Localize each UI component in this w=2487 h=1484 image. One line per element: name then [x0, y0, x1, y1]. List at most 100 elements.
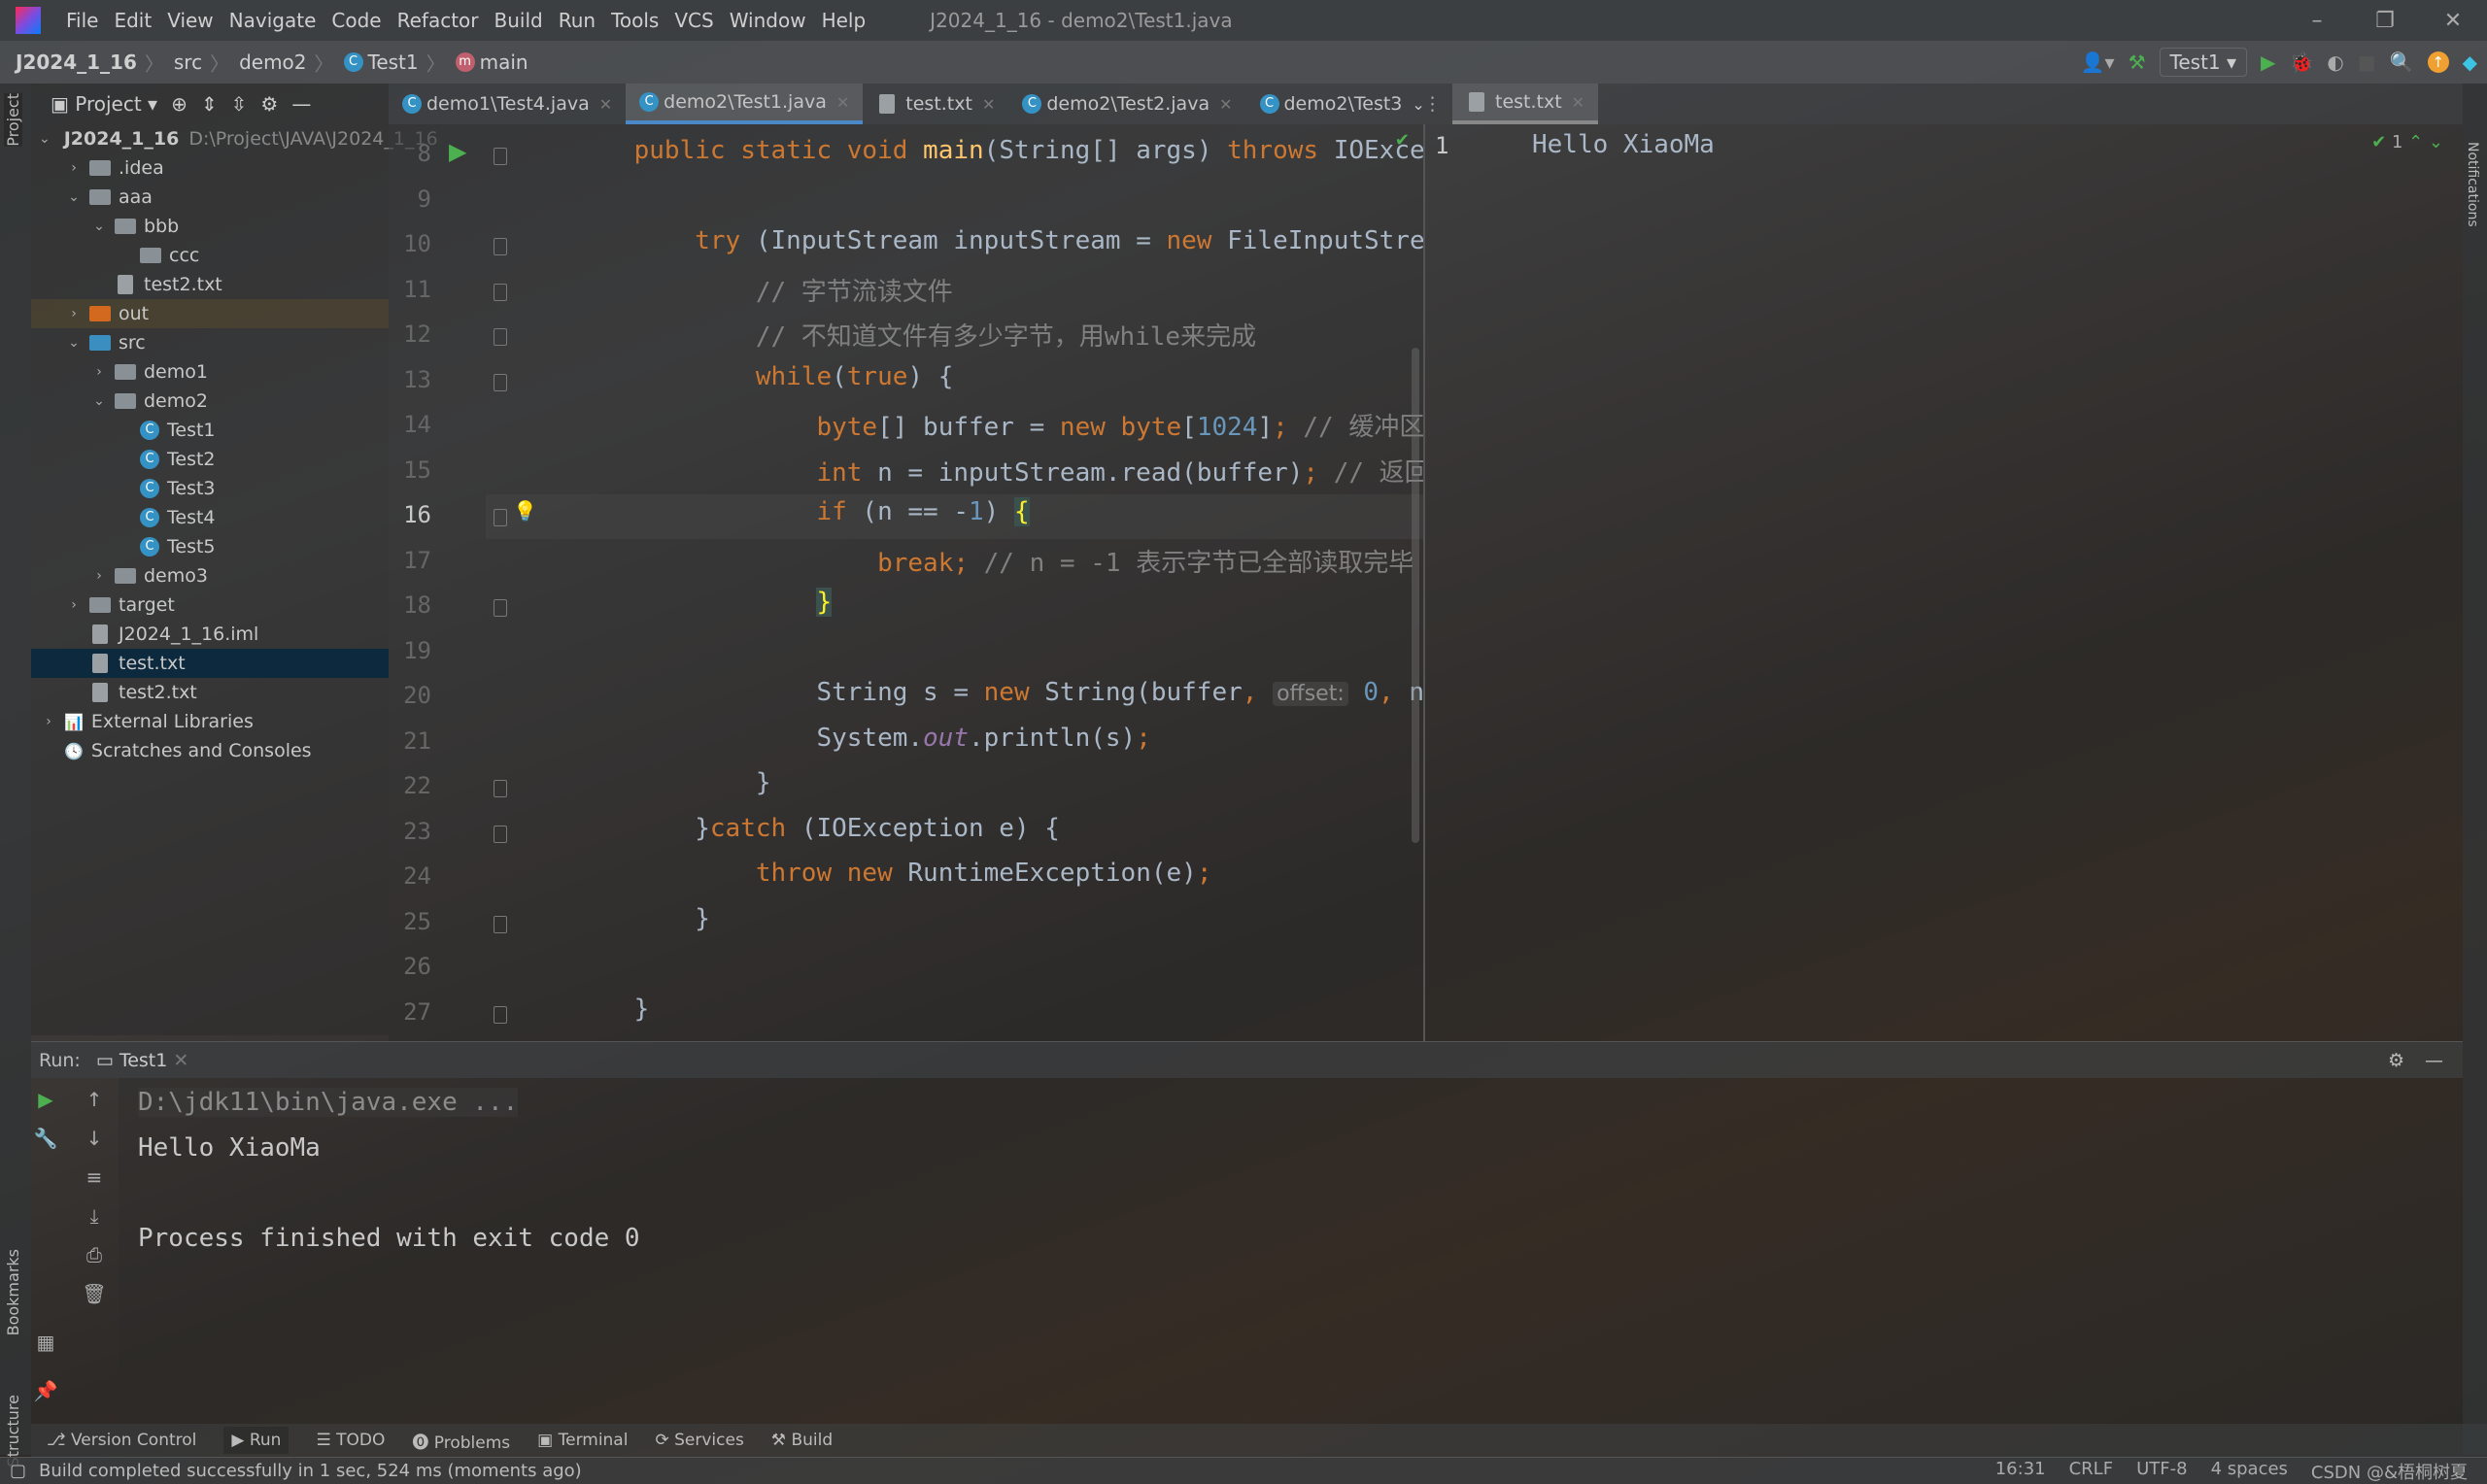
tree-item[interactable]: test2.txt: [31, 678, 389, 707]
caret-position[interactable]: 16:31: [1995, 1459, 2046, 1484]
close-tab-icon[interactable]: ✕: [982, 95, 995, 114]
text-editor[interactable]: 1 Hello XiaoMa ✔ 1 ⌃ ⌄: [1423, 124, 2463, 1041]
breadcrumb-class[interactable]: Test1: [368, 51, 419, 74]
down-icon[interactable]: ↓: [80, 1127, 109, 1150]
menu-file[interactable]: File: [66, 9, 98, 32]
tab-right-test-txt[interactable]: test.txt ✕: [1452, 84, 1599, 124]
menu-run[interactable]: Run: [559, 9, 596, 32]
project-view-select[interactable]: ▣ Project ▾: [51, 92, 157, 116]
menu-refactor[interactable]: Refactor: [397, 9, 479, 32]
menu-window[interactable]: Window: [730, 9, 806, 32]
chevron-icon[interactable]: ›: [89, 568, 109, 584]
build-hammer-icon[interactable]: ⚒: [2129, 51, 2146, 74]
breadcrumb-src[interactable]: src: [174, 51, 202, 74]
chevron-icon[interactable]: ›: [89, 364, 109, 380]
menu-build[interactable]: Build: [494, 9, 543, 32]
tree-item[interactable]: C Test1: [31, 416, 389, 445]
menu-navigate[interactable]: Navigate: [229, 9, 317, 32]
breadcrumb-demo2[interactable]: demo2: [239, 51, 306, 74]
run-icon[interactable]: ▶: [2261, 51, 2275, 74]
collapse-all-icon[interactable]: ⇳: [231, 92, 248, 116]
tree-item[interactable]: C Test2: [31, 445, 389, 474]
fold-icon[interactable]: [494, 915, 507, 933]
tree-item[interactable]: C Test4: [31, 503, 389, 532]
indent[interactable]: 4 spaces: [2211, 1459, 2288, 1484]
tool-window-build[interactable]: ⚒ Build: [771, 1431, 833, 1450]
menu-code[interactable]: Code: [331, 9, 381, 32]
chevron-icon[interactable]: ›: [64, 306, 84, 321]
tool-window-terminal[interactable]: ▣ Terminal: [537, 1431, 628, 1450]
status-toggle-icon[interactable]: ▢: [10, 1461, 26, 1481]
run-hide-icon[interactable]: —: [2425, 1050, 2443, 1071]
close-tab-icon[interactable]: ✕: [1219, 95, 1232, 114]
fold-icon[interactable]: [494, 148, 507, 165]
project-tool-button[interactable]: Project: [4, 93, 22, 147]
tree-item[interactable]: › target: [31, 590, 389, 620]
user-icon[interactable]: 👤▾: [2081, 51, 2115, 74]
menu-edit[interactable]: Edit: [114, 9, 152, 32]
chevron-icon[interactable]: ›: [64, 597, 84, 613]
fold-icon[interactable]: [494, 328, 507, 346]
fold-icon[interactable]: [494, 373, 507, 391]
inspection-ok-icon[interactable]: ✔ 1 ⌃ ⌄: [2371, 132, 2443, 152]
tool-window-problems[interactable]: ⓿ Problems: [412, 1429, 510, 1453]
tool-window-version-control[interactable]: ⎇ Version Control: [47, 1431, 196, 1450]
menu-tools[interactable]: Tools: [611, 9, 659, 32]
lightbulb-icon[interactable]: 💡: [513, 499, 537, 523]
update-icon[interactable]: ↑: [2427, 51, 2449, 73]
tree-item[interactable]: J2024_1_16.iml: [31, 620, 389, 649]
run-config-select[interactable]: Test1 ▾: [2159, 48, 2248, 77]
tab-0[interactable]: Cdemo1\Test4.java ✕: [389, 84, 626, 124]
minimize-button[interactable]: –: [2283, 0, 2351, 41]
close-tab-icon[interactable]: ✕: [836, 93, 849, 112]
bookmarks-tool-button[interactable]: Bookmarks: [4, 1249, 22, 1335]
chevron-icon[interactable]: ›: [64, 160, 84, 176]
breadcrumb-project[interactable]: J2024_1_16: [16, 51, 137, 74]
gear-icon[interactable]: ⚙: [260, 92, 278, 116]
print-icon[interactable]: ⎙: [80, 1243, 109, 1266]
tree-item[interactable]: ⌄ J2024_1_16 D:\Project\JAVA\J2024_1_16: [31, 124, 438, 153]
jetbrains-toolbox-icon[interactable]: ◆: [2463, 51, 2477, 74]
close-tab-icon[interactable]: ✕: [599, 95, 612, 114]
layout-icon[interactable]: ▦: [31, 1331, 60, 1354]
fold-icon[interactable]: [494, 780, 507, 797]
tree-item[interactable]: C Test5: [31, 532, 389, 561]
menu-view[interactable]: View: [167, 9, 213, 32]
rerun-icon[interactable]: ▶: [31, 1088, 60, 1111]
tree-item[interactable]: ⌄ demo2: [31, 387, 389, 416]
chevron-icon[interactable]: ⌄: [89, 219, 109, 234]
more-tabs-icon[interactable]: ⋮: [1423, 84, 1452, 124]
text-content[interactable]: Hello XiaoMa: [1532, 130, 1715, 159]
debug-icon[interactable]: 🐞: [2289, 51, 2313, 74]
tree-item[interactable]: › out: [31, 299, 389, 328]
close-button[interactable]: ✕: [2419, 0, 2487, 41]
up-icon[interactable]: ↑: [80, 1088, 109, 1111]
chevron-icon[interactable]: ⌄: [89, 393, 109, 409]
coverage-icon[interactable]: ◐: [2327, 51, 2343, 74]
restore-button[interactable]: ❐: [2351, 0, 2419, 41]
run-tab[interactable]: ▭ Test1 ✕: [96, 1050, 188, 1071]
fold-icon[interactable]: [494, 509, 507, 526]
code-editor[interactable]: 8 ▶ public static void main(String[] args…: [389, 124, 1423, 1041]
close-tab-icon[interactable]: ✕: [1572, 93, 1584, 112]
tab-1[interactable]: Cdemo2\Test1.java ✕: [626, 84, 864, 124]
pin-icon[interactable]: 📌: [31, 1379, 60, 1402]
locate-icon[interactable]: ⊕: [171, 92, 187, 116]
tree-item[interactable]: › demo3: [31, 561, 389, 590]
file-encoding[interactable]: UTF-8: [2136, 1459, 2187, 1484]
wrench-icon[interactable]: 🔧: [31, 1127, 60, 1150]
run-console[interactable]: D:\jdk11\bin\java.exe ... Hello XiaoMa Pro…: [119, 1078, 2463, 1424]
tree-item[interactable]: 🕓 Scratches and Consoles: [31, 736, 389, 765]
fold-icon[interactable]: [494, 599, 507, 617]
tree-item[interactable]: › demo1: [31, 357, 389, 387]
tab-4[interactable]: Cdemo2\Test3 ⌄: [1246, 84, 1439, 124]
stop-icon[interactable]: ■: [2358, 51, 2376, 74]
notifications-tool-button[interactable]: Notifications: [2465, 142, 2480, 227]
run-gutter-icon[interactable]: ▶: [449, 138, 466, 165]
tree-item[interactable]: › .idea: [31, 153, 389, 183]
tree-item[interactable]: test2.txt: [31, 270, 389, 299]
tree-item[interactable]: ⌄ src: [31, 328, 389, 357]
fold-icon[interactable]: [494, 825, 507, 843]
tree-item[interactable]: ccc: [31, 241, 389, 270]
tree-item[interactable]: › 📊 External Libraries: [31, 707, 389, 736]
